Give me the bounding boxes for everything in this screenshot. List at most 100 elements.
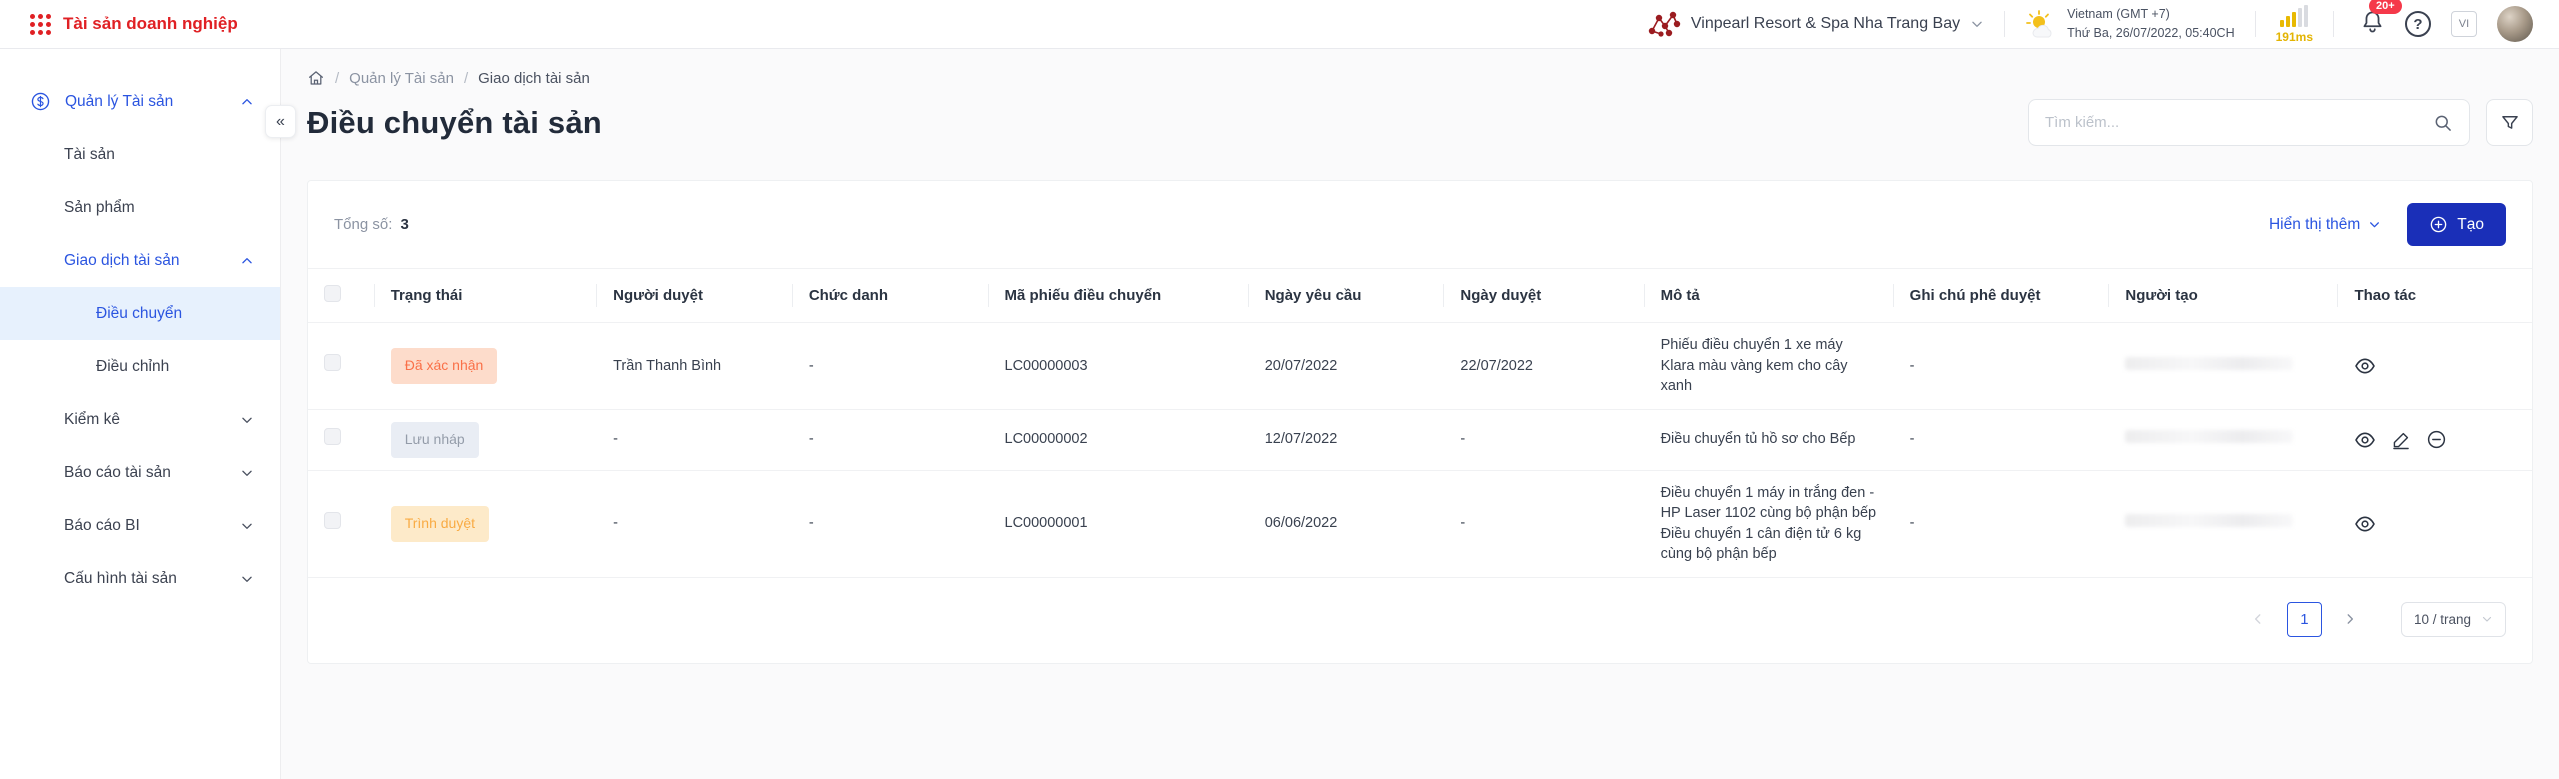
total-label: Tổng số: (334, 216, 392, 233)
plus-circle-icon (2429, 215, 2448, 234)
app-title: Tài sản doanh nghiệp (63, 14, 238, 34)
table-body: Đã xác nhậnTrần Thanh Bình-LC0000000320/… (308, 323, 2532, 578)
creator-redacted-text (2125, 357, 2293, 370)
brand: Tài sản doanh nghiệp (30, 14, 238, 35)
breadcrumb-separator: / (464, 70, 468, 87)
table-row: Lưu nháp--LC0000000212/07/2022-Điều chuy… (308, 409, 2532, 470)
select-all-checkbox[interactable] (324, 285, 341, 302)
topbar-right: Vinpearl Resort & Spa Nha Trang Bay (1647, 0, 2533, 48)
row-checkbox[interactable] (324, 354, 341, 371)
table-row: Đã xác nhậnTrần Thanh Bình-LC0000000320/… (308, 323, 2532, 410)
view-action-eye-icon[interactable] (2354, 513, 2376, 535)
search-icon[interactable] (2433, 113, 2453, 133)
column-header-mo-ta: Mô tả (1645, 269, 1894, 323)
create-button[interactable]: Tạo (2407, 203, 2506, 246)
page-size-select[interactable]: 10 / trang (2401, 602, 2506, 637)
topbar: Tài sản doanh nghiệp (0, 0, 2559, 49)
chevron-down-icon (240, 466, 254, 480)
sidebar: Quản lý Tài sảnTài sảnSản phẩm Giao dịch … (0, 49, 281, 779)
latency-value: 191ms (2276, 30, 2313, 44)
sidebar-collapse-button[interactable]: « (265, 105, 296, 138)
cell-approver: Trần Thanh Bình (597, 323, 793, 410)
column-header-ghi-chu-phe-duyet: Ghi chú phê duyệt (1894, 269, 2110, 323)
notifications-button[interactable]: 20+ (2360, 9, 2385, 39)
pagination-next-button[interactable] (2334, 603, 2367, 636)
funnel-icon (2500, 113, 2520, 133)
view-action-eye-icon[interactable] (2354, 355, 2376, 377)
cell-description: Điều chuyển 1 máy in trắng đen - HP Lase… (1645, 470, 1894, 577)
cell-transfer-code: LC00000001 (989, 470, 1249, 577)
company-logo-icon (1647, 10, 1681, 38)
breadcrumb-item[interactable]: Quản lý Tài sản (349, 70, 454, 87)
pagination: 1 10 / trang (308, 578, 2532, 663)
page-title: Điều chuyển tài sản (307, 105, 602, 141)
divider (2004, 11, 2005, 37)
app: Tài sản doanh nghiệp (0, 0, 2559, 779)
row-checkbox[interactable] (324, 512, 341, 529)
timezone-label: Vietnam (GMT +7) (2067, 5, 2235, 24)
sidebar-item-dieu-chuyen[interactable]: Điều chuyển (0, 287, 280, 340)
cell-actions (2338, 470, 2532, 577)
sidebar-menu: Quản lý Tài sảnTài sảnSản phẩm Giao dịch … (0, 75, 280, 605)
status-badge: Lưu nháp (391, 422, 479, 458)
chevron-up-icon (240, 254, 254, 268)
pagination-prev-button[interactable] (2242, 603, 2275, 636)
status-badge: Đã xác nhận (391, 348, 498, 384)
transfer-table-card: Tổng số: 3 Hiển thị thêm Tạo (307, 180, 2533, 664)
avatar[interactable] (2497, 6, 2533, 42)
cell-approval-note: - (1894, 323, 2110, 410)
notification-count-badge: 20+ (2369, 0, 2402, 14)
table-row: Trình duyệt--LC0000000106/06/2022-Điều c… (308, 470, 2532, 577)
timezone-block: Vietnam (GMT +7) Thứ Ba, 26/07/2022, 05:… (2025, 5, 2235, 43)
sidebar-item-bao-cao-bi[interactable]: Báo cáo BI (0, 499, 280, 552)
sidebar-item-cau-hinh-tai-san[interactable]: Cấu hình tài sản (0, 552, 280, 605)
column-header-ngay-duyet: Ngày duyệt (1444, 269, 1644, 323)
sidebar-item-dieu-chinh[interactable]: Điều chỉnh (0, 340, 280, 393)
remove-action-minus-circle-icon[interactable] (2426, 429, 2447, 450)
show-more-link[interactable]: Hiển thị thêm (2269, 216, 2381, 234)
creator-redacted-text (2125, 430, 2293, 443)
view-action-eye-icon[interactable] (2354, 429, 2376, 451)
search-input[interactable] (2045, 114, 2433, 131)
pagination-page-1[interactable]: 1 (2287, 602, 2322, 637)
transfer-table: Trạng tháiNgười duyệtChức danhMã phiếu đ… (308, 268, 2532, 578)
sidebar-item-san-pham[interactable]: Sản phẩm (0, 181, 280, 234)
sidebar-item-label: Giao dịch tài sản (64, 252, 240, 270)
column-header-nguoi-tao: Người tạo (2109, 269, 2338, 323)
cell-request-date: 20/07/2022 (1249, 323, 1445, 410)
main-content: « / Quản lý Tài sản / Giao dịch tài sản … (281, 49, 2559, 779)
company-selector[interactable]: Vinpearl Resort & Spa Nha Trang Bay (1647, 10, 1984, 38)
breadcrumb-item-current: Giao dịch tài sản (478, 70, 590, 87)
weather-sun-cloud-icon (2025, 9, 2057, 39)
help-button[interactable]: ? (2405, 11, 2431, 37)
sidebar-item-tai-san[interactable]: Tài sản (0, 128, 280, 181)
column-header-ma-phieu-dieu-chuyen: Mã phiếu điều chuyển (989, 269, 1249, 323)
row-checkbox[interactable] (324, 428, 341, 445)
create-button-label: Tạo (2457, 216, 2484, 234)
chevron-down-icon (240, 572, 254, 586)
home-icon[interactable] (307, 69, 325, 87)
cell-actions (2338, 323, 2532, 410)
cell-creator (2109, 409, 2338, 470)
column-header-trang-thai: Trạng thái (375, 269, 597, 323)
column-header-thao-tac: Thao tác (2338, 269, 2532, 323)
language-selector[interactable]: VI (2451, 11, 2477, 37)
apps-grid-icon[interactable] (30, 14, 51, 35)
page-size-value: 10 / trang (2414, 612, 2471, 627)
sidebar-item-label: Kiểm kê (64, 411, 240, 429)
signal-bars-icon (2280, 5, 2308, 27)
cell-approval-note: - (1894, 470, 2110, 577)
cell-description: Phiếu điều chuyển 1 xe máy Klara màu vàn… (1645, 323, 1894, 410)
sidebar-item-kiem-ke[interactable]: Kiểm kê (0, 393, 280, 446)
filter-button[interactable] (2486, 99, 2533, 146)
creator-redacted-text (2125, 514, 2293, 527)
show-more-label: Hiển thị thêm (2269, 216, 2360, 234)
sidebar-item-giao-dich-tai-san[interactable]: Giao dịch tài sản (0, 234, 280, 287)
sidebar-item-bao-cao-tai-san[interactable]: Báo cáo tài sản (0, 446, 280, 499)
edit-action-edit-icon[interactable] (2391, 430, 2411, 450)
breadcrumb-separator: / (335, 70, 339, 87)
dollar-circle-icon (30, 91, 51, 112)
sidebar-item-quan-ly-tai-san[interactable]: Quản lý Tài sản (0, 75, 280, 128)
chevron-down-icon (2481, 613, 2493, 625)
cell-status: Trình duyệt (375, 470, 597, 577)
